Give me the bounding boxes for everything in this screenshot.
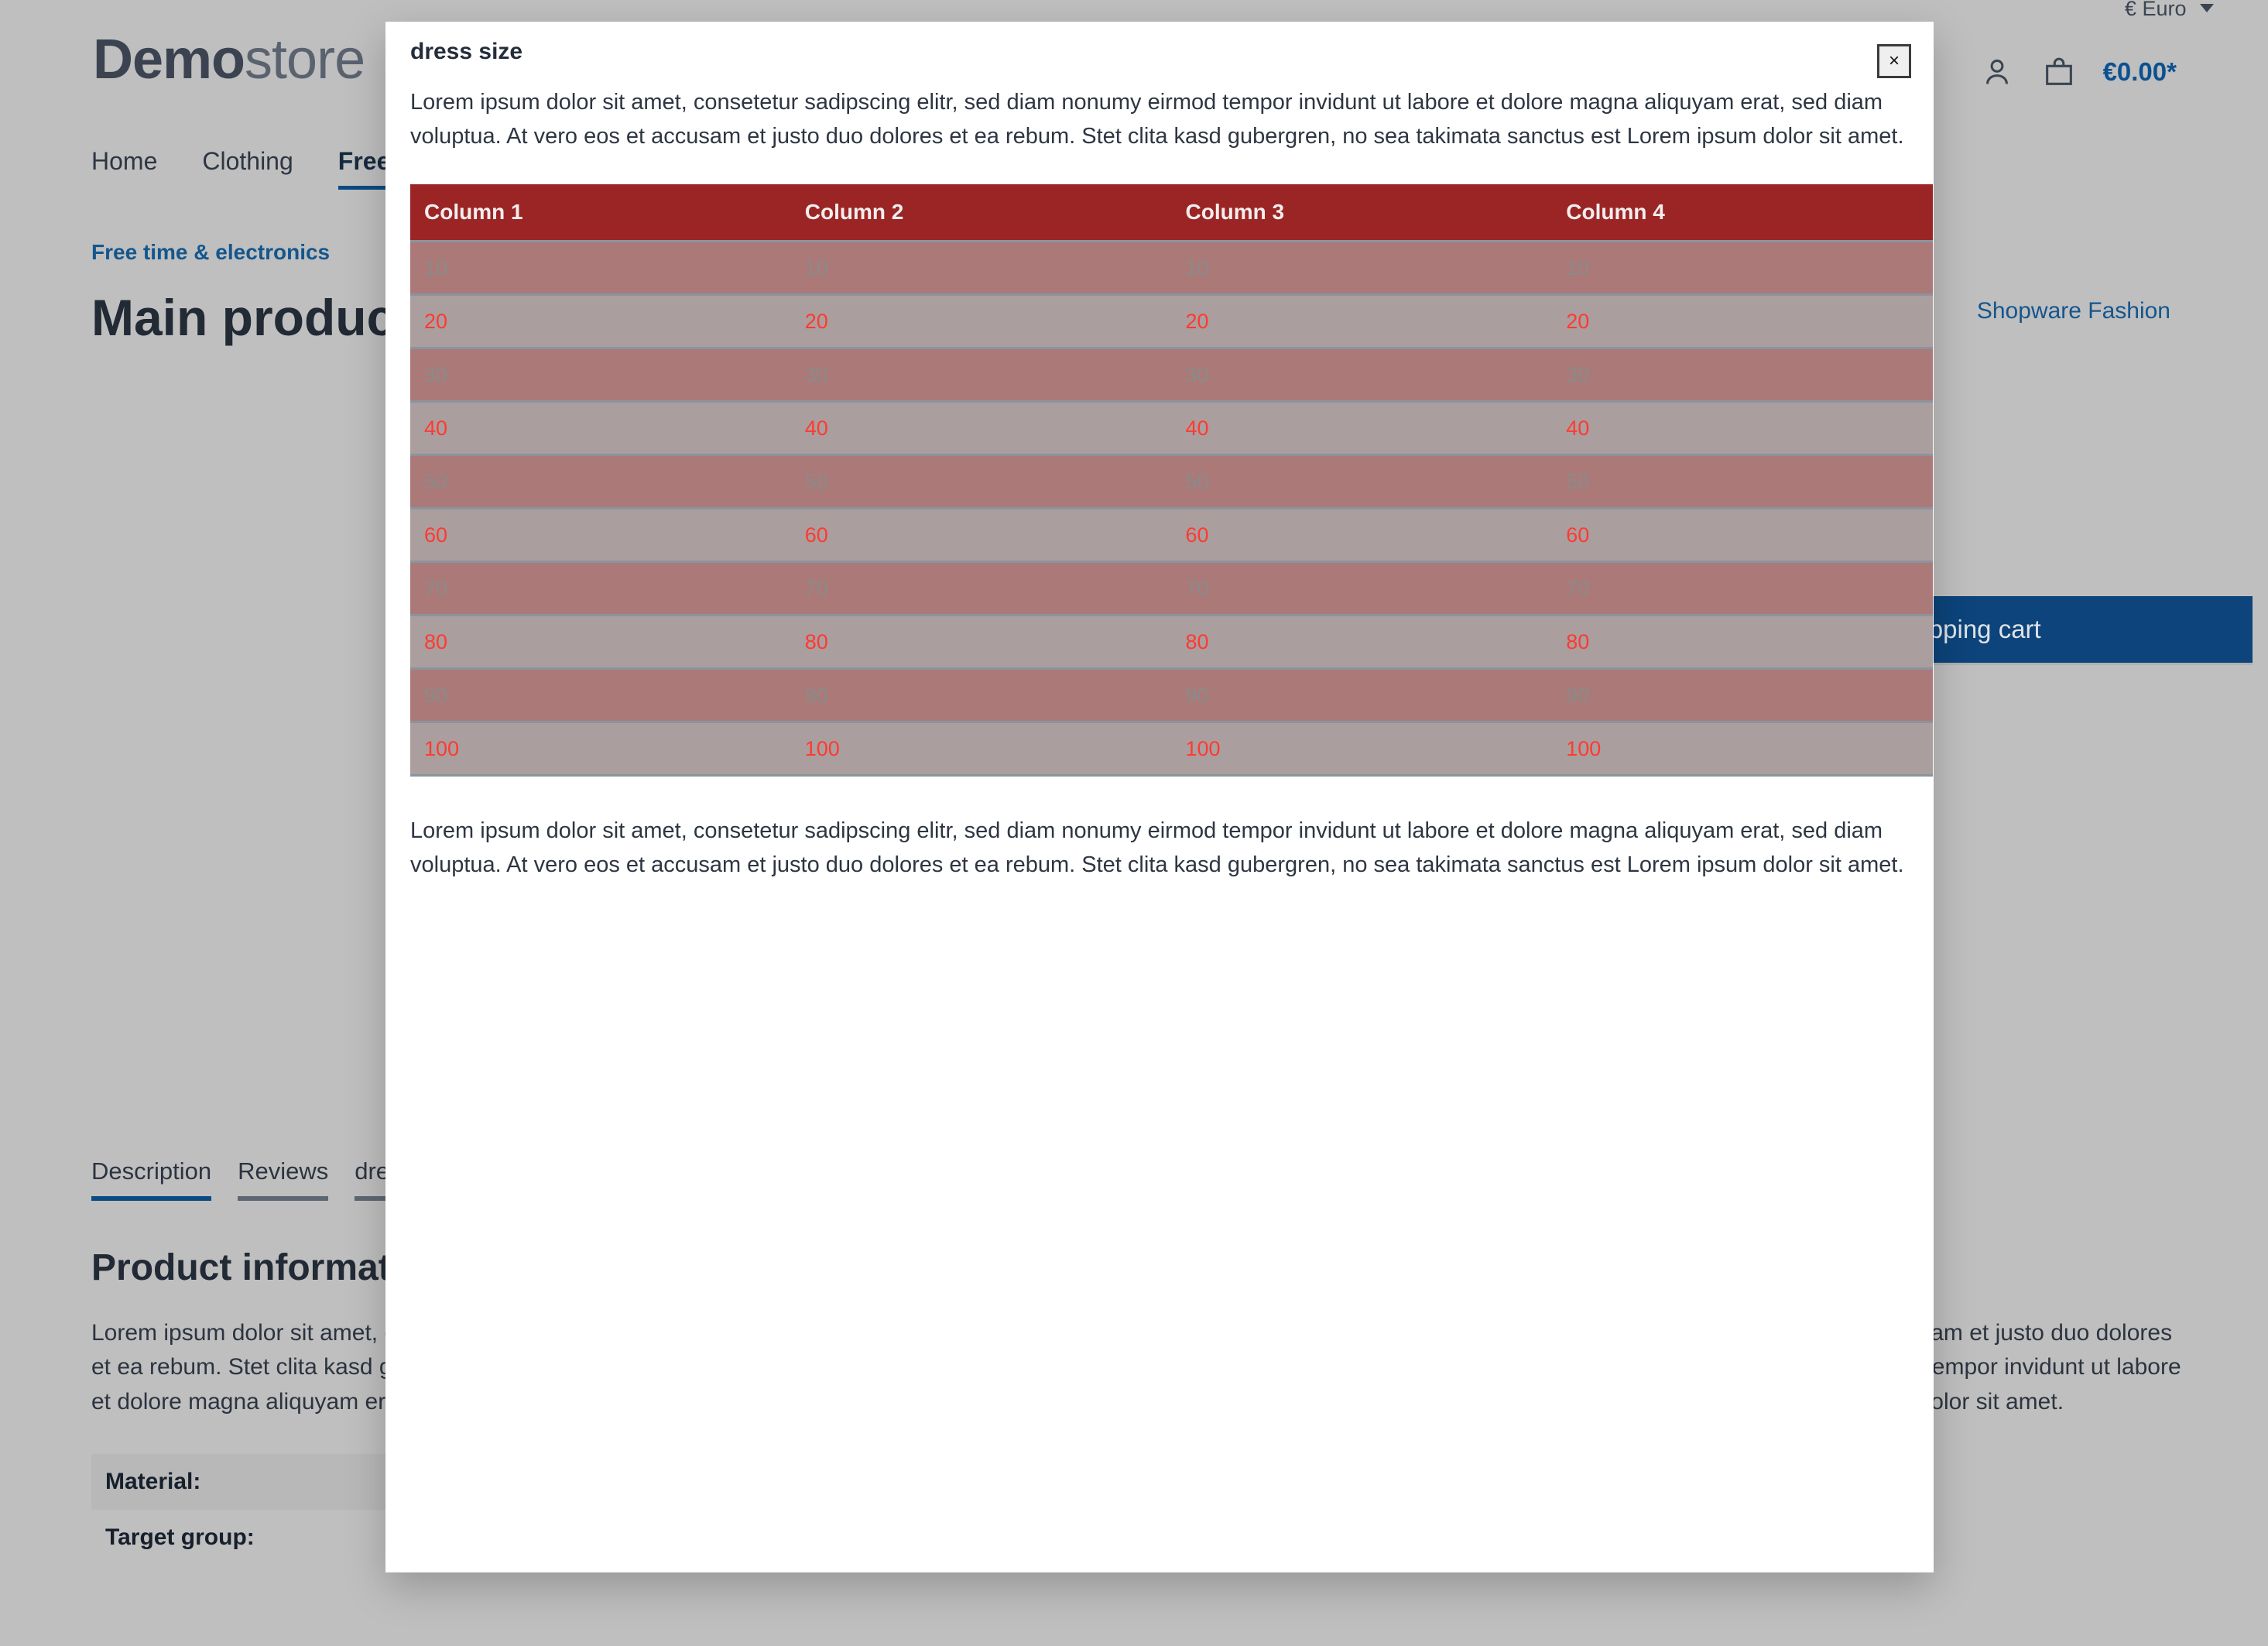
cell: 70 [410, 561, 791, 616]
column-header-4: Column 4 [1552, 184, 1933, 242]
cell: 20 [1552, 293, 1933, 348]
table-row: 100 100 100 100 [410, 721, 1933, 777]
table-head: Column 1 Column 2 Column 3 Column 4 [410, 184, 1933, 242]
cell: 70 [1552, 561, 1933, 616]
modal-overlay: dress size × Lorem ipsum dolor sit amet,… [0, 0, 2268, 1646]
cell: 40 [790, 400, 1172, 455]
cell: 40 [1171, 400, 1553, 455]
modal-paragraph-top: Lorem ipsum dolor sit amet, consetetur s… [410, 90, 1904, 149]
cell: 10 [410, 240, 791, 295]
cell: 50 [790, 454, 1172, 509]
close-icon[interactable]: × [1877, 44, 1911, 78]
cell: 10 [790, 240, 1172, 295]
cell: 70 [1171, 561, 1553, 616]
cell: 40 [1552, 400, 1933, 455]
table-row: 20 20 20 20 [410, 293, 1933, 348]
cell: 80 [410, 614, 791, 669]
cell: 30 [790, 347, 1172, 402]
cell: 90 [1171, 667, 1553, 722]
cell: 40 [410, 400, 791, 455]
cell: 50 [1171, 454, 1553, 509]
table-header-row: Column 1 Column 2 Column 3 Column 4 [410, 184, 1933, 242]
column-header-2: Column 2 [790, 184, 1172, 242]
cell: 70 [790, 561, 1172, 616]
dress-size-table: Column 1 Column 2 Column 3 Column 4 10 1… [410, 184, 1933, 777]
modal-header: dress size × [385, 22, 1934, 78]
cell: 20 [410, 293, 791, 348]
cell: 30 [1171, 347, 1553, 402]
cell: 100 [790, 721, 1172, 777]
table-row: 40 40 40 40 [410, 400, 1933, 455]
cell: 30 [410, 347, 791, 402]
cell: 80 [1552, 614, 1933, 669]
cell: 10 [1552, 240, 1933, 295]
cell: 20 [1171, 293, 1553, 348]
column-header-3: Column 3 [1171, 184, 1553, 242]
table-body: 10 10 10 10 20 20 20 20 30 30 30 30 40 4… [410, 240, 1933, 777]
table-row: 60 60 60 60 [410, 507, 1933, 562]
table-row: 70 70 70 70 [410, 561, 1933, 616]
cell: 100 [1552, 721, 1933, 777]
cell: 60 [1171, 507, 1553, 562]
cell: 90 [1552, 667, 1933, 722]
cell: 50 [410, 454, 791, 509]
cell: 20 [790, 293, 1172, 348]
column-header-1: Column 1 [410, 184, 791, 242]
cell: 50 [1552, 454, 1933, 509]
table-row: 80 80 80 80 [410, 614, 1933, 669]
dress-size-modal: dress size × Lorem ipsum dolor sit amet,… [385, 22, 1934, 1572]
cell: 100 [1171, 721, 1553, 777]
cell: 80 [1171, 614, 1553, 669]
cell: 100 [410, 721, 791, 777]
cell: 80 [790, 614, 1172, 669]
cell: 10 [1171, 240, 1553, 295]
cell: 60 [410, 507, 791, 562]
cell: 90 [790, 667, 1172, 722]
modal-body: Lorem ipsum dolor sit amet, consetetur s… [385, 70, 1934, 882]
cell: 30 [1552, 347, 1933, 402]
modal-paragraph-bottom: Lorem ipsum dolor sit amet, consetetur s… [410, 818, 1904, 878]
table-row: 50 50 50 50 [410, 454, 1933, 509]
table-row: 10 10 10 10 [410, 240, 1933, 295]
modal-title: dress size [410, 39, 523, 64]
table-row: 30 30 30 30 [410, 347, 1933, 402]
cell: 60 [1552, 507, 1933, 562]
cell: 60 [790, 507, 1172, 562]
cell: 90 [410, 667, 791, 722]
table-row: 90 90 90 90 [410, 667, 1933, 722]
